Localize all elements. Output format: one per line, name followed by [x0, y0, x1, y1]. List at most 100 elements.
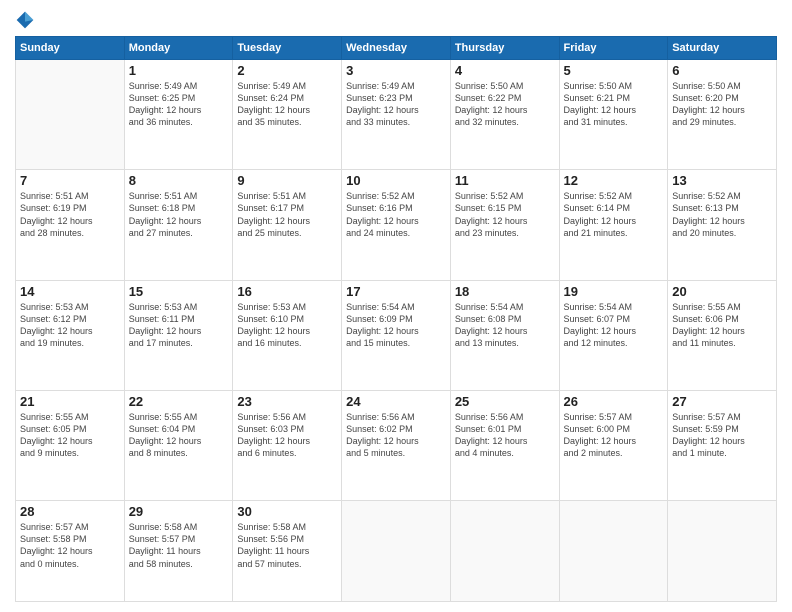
day-number: 27: [672, 394, 772, 409]
logo-icon: [15, 10, 35, 30]
cell-info: Sunrise: 5:50 AM Sunset: 6:20 PM Dayligh…: [672, 80, 772, 129]
day-number: 22: [129, 394, 229, 409]
cell-info: Sunrise: 5:53 AM Sunset: 6:11 PM Dayligh…: [129, 301, 229, 350]
cell-info: Sunrise: 5:52 AM Sunset: 6:13 PM Dayligh…: [672, 190, 772, 239]
cell-info: Sunrise: 5:53 AM Sunset: 6:10 PM Dayligh…: [237, 301, 337, 350]
calendar-cell: 10Sunrise: 5:52 AM Sunset: 6:16 PM Dayli…: [342, 170, 451, 280]
cell-info: Sunrise: 5:52 AM Sunset: 6:15 PM Dayligh…: [455, 190, 555, 239]
cell-info: Sunrise: 5:58 AM Sunset: 5:56 PM Dayligh…: [237, 521, 337, 570]
cell-info: Sunrise: 5:52 AM Sunset: 6:14 PM Dayligh…: [564, 190, 664, 239]
weekday-header-sunday: Sunday: [16, 37, 125, 60]
calendar-cell: 30Sunrise: 5:58 AM Sunset: 5:56 PM Dayli…: [233, 501, 342, 602]
day-number: 13: [672, 173, 772, 188]
cell-info: Sunrise: 5:49 AM Sunset: 6:24 PM Dayligh…: [237, 80, 337, 129]
cell-info: Sunrise: 5:51 AM Sunset: 6:18 PM Dayligh…: [129, 190, 229, 239]
calendar-cell: [450, 501, 559, 602]
day-number: 16: [237, 284, 337, 299]
cell-info: Sunrise: 5:53 AM Sunset: 6:12 PM Dayligh…: [20, 301, 120, 350]
calendar-cell: 26 Sunrise: 5:57 AM Sunset: 6:00 PM Dayli…: [559, 390, 668, 500]
calendar-cell: 22 Sunrise: 5:55 AM Sunset: 6:04 PM Dayli…: [124, 390, 233, 500]
calendar-cell: 9 Sunrise: 5:51 AM Sunset: 6:17 PM Daylig…: [233, 170, 342, 280]
weekday-header-wednesday: Wednesday: [342, 37, 451, 60]
calendar-cell: 20 Sunrise: 5:55 AM Sunset: 6:06 PM Dayli…: [668, 280, 777, 390]
calendar-cell: 23 Sunrise: 5:56 AM Sunset: 6:03 PM Dayli…: [233, 390, 342, 500]
day-number: 8: [129, 173, 229, 188]
day-number: 24: [346, 394, 446, 409]
cell-info: Sunrise: 5:49 AM Sunset: 6:23 PM Dayligh…: [346, 80, 446, 129]
calendar-cell: 15 Sunrise: 5:53 AM Sunset: 6:11 PM Dayli…: [124, 280, 233, 390]
day-number: 2: [237, 63, 337, 78]
cell-info: Sunrise: 5:58 AM Sunset: 5:57 PM Dayligh…: [129, 521, 229, 570]
calendar-table: SundayMondayTuesdayWednesdayThursdayFrid…: [15, 36, 777, 602]
calendar-cell: 1 Sunrise: 5:49 AM Sunset: 6:25 PM Daylig…: [124, 60, 233, 170]
week-row-1: 1 Sunrise: 5:49 AM Sunset: 6:25 PM Daylig…: [16, 60, 777, 170]
week-row-5: 28 Sunrise: 5:57 AM Sunset: 5:58 PM Dayli…: [16, 501, 777, 602]
cell-info: Sunrise: 5:50 AM Sunset: 6:22 PM Dayligh…: [455, 80, 555, 129]
day-number: 1: [129, 63, 229, 78]
weekday-header-row: SundayMondayTuesdayWednesdayThursdayFrid…: [16, 37, 777, 60]
calendar-cell: 13 Sunrise: 5:52 AM Sunset: 6:13 PM Dayli…: [668, 170, 777, 280]
day-number: 19: [564, 284, 664, 299]
day-number: 29: [129, 504, 229, 519]
cell-info: Sunrise: 5:57 AM Sunset: 5:59 PM Dayligh…: [672, 411, 772, 460]
calendar-cell: 7 Sunrise: 5:51 AM Sunset: 6:19 PM Daylig…: [16, 170, 125, 280]
day-number: 5: [564, 63, 664, 78]
day-number: 12: [564, 173, 664, 188]
calendar-cell: [342, 501, 451, 602]
cell-info: Sunrise: 5:49 AM Sunset: 6:25 PM Dayligh…: [129, 80, 229, 129]
calendar-cell: 29 Sunrise: 5:58 AM Sunset: 5:57 PM Dayli…: [124, 501, 233, 602]
weekday-header-tuesday: Tuesday: [233, 37, 342, 60]
cell-info: Sunrise: 5:55 AM Sunset: 6:06 PM Dayligh…: [672, 301, 772, 350]
cell-info: Sunrise: 5:56 AM Sunset: 6:02 PM Dayligh…: [346, 411, 446, 460]
calendar-cell: 18Sunrise: 5:54 AM Sunset: 6:08 PM Dayli…: [450, 280, 559, 390]
day-number: 10: [346, 173, 446, 188]
day-number: 3: [346, 63, 446, 78]
day-number: 26: [564, 394, 664, 409]
cell-info: Sunrise: 5:56 AM Sunset: 6:01 PM Dayligh…: [455, 411, 555, 460]
day-number: 23: [237, 394, 337, 409]
day-number: 28: [20, 504, 120, 519]
calendar-cell: 27 Sunrise: 5:57 AM Sunset: 5:59 PM Dayli…: [668, 390, 777, 500]
cell-info: Sunrise: 5:56 AM Sunset: 6:03 PM Dayligh…: [237, 411, 337, 460]
cell-info: Sunrise: 5:54 AM Sunset: 6:09 PM Dayligh…: [346, 301, 446, 350]
calendar-cell: 5 Sunrise: 5:50 AM Sunset: 6:21 PM Daylig…: [559, 60, 668, 170]
calendar-cell: 19 Sunrise: 5:54 AM Sunset: 6:07 PM Dayli…: [559, 280, 668, 390]
header: [15, 10, 777, 30]
calendar-cell: 17 Sunrise: 5:54 AM Sunset: 6:09 PM Dayli…: [342, 280, 451, 390]
day-number: 25: [455, 394, 555, 409]
calendar-cell: 24 Sunrise: 5:56 AM Sunset: 6:02 PM Dayli…: [342, 390, 451, 500]
cell-info: Sunrise: 5:54 AM Sunset: 6:07 PM Dayligh…: [564, 301, 664, 350]
calendar-cell: 4 Sunrise: 5:50 AM Sunset: 6:22 PM Daylig…: [450, 60, 559, 170]
day-number: 17: [346, 284, 446, 299]
day-number: 20: [672, 284, 772, 299]
calendar-cell: 14Sunrise: 5:53 AM Sunset: 6:12 PM Dayli…: [16, 280, 125, 390]
day-number: 6: [672, 63, 772, 78]
cell-info: Sunrise: 5:57 AM Sunset: 5:58 PM Dayligh…: [20, 521, 120, 570]
week-row-4: 21Sunrise: 5:55 AM Sunset: 6:05 PM Dayli…: [16, 390, 777, 500]
weekday-header-thursday: Thursday: [450, 37, 559, 60]
calendar-cell: 28 Sunrise: 5:57 AM Sunset: 5:58 PM Dayli…: [16, 501, 125, 602]
cell-info: Sunrise: 5:55 AM Sunset: 6:04 PM Dayligh…: [129, 411, 229, 460]
day-number: 15: [129, 284, 229, 299]
weekday-header-monday: Monday: [124, 37, 233, 60]
day-number: 21: [20, 394, 120, 409]
day-number: 18: [455, 284, 555, 299]
calendar-cell: 3 Sunrise: 5:49 AM Sunset: 6:23 PM Daylig…: [342, 60, 451, 170]
cell-info: Sunrise: 5:51 AM Sunset: 6:17 PM Dayligh…: [237, 190, 337, 239]
calendar-cell: 16 Sunrise: 5:53 AM Sunset: 6:10 PM Dayli…: [233, 280, 342, 390]
week-row-3: 14Sunrise: 5:53 AM Sunset: 6:12 PM Dayli…: [16, 280, 777, 390]
calendar-cell: [668, 501, 777, 602]
weekday-header-saturday: Saturday: [668, 37, 777, 60]
calendar-cell: 12 Sunrise: 5:52 AM Sunset: 6:14 PM Dayli…: [559, 170, 668, 280]
day-number: 7: [20, 173, 120, 188]
cell-info: Sunrise: 5:51 AM Sunset: 6:19 PM Dayligh…: [20, 190, 120, 239]
calendar-cell: [559, 501, 668, 602]
week-row-2: 7 Sunrise: 5:51 AM Sunset: 6:19 PM Daylig…: [16, 170, 777, 280]
cell-info: Sunrise: 5:50 AM Sunset: 6:21 PM Dayligh…: [564, 80, 664, 129]
calendar-cell: 11Sunrise: 5:52 AM Sunset: 6:15 PM Dayli…: [450, 170, 559, 280]
cell-info: Sunrise: 5:57 AM Sunset: 6:00 PM Dayligh…: [564, 411, 664, 460]
calendar-cell: 2 Sunrise: 5:49 AM Sunset: 6:24 PM Daylig…: [233, 60, 342, 170]
day-number: 4: [455, 63, 555, 78]
calendar-cell: [16, 60, 125, 170]
day-number: 9: [237, 173, 337, 188]
